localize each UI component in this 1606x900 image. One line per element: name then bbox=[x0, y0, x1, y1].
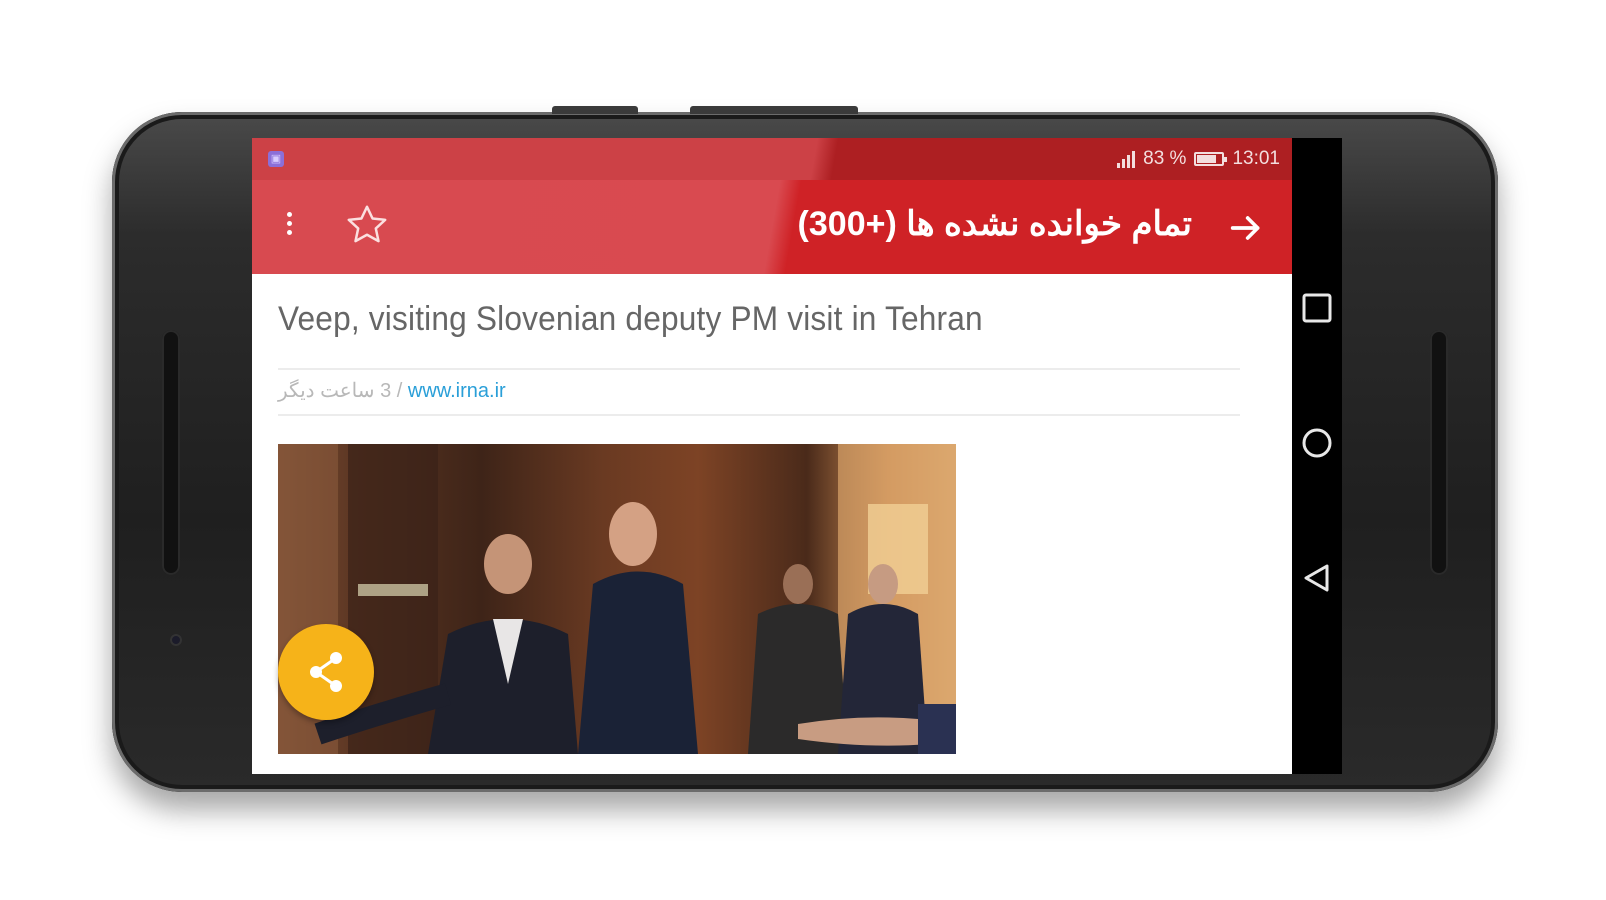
phone-side-button bbox=[552, 106, 638, 114]
share-button[interactable] bbox=[278, 624, 374, 720]
system-nav-bar bbox=[1292, 138, 1342, 774]
left-speaker bbox=[162, 330, 180, 575]
toolbar-title: تمام خوانده نشده ها (+300) bbox=[797, 205, 1192, 243]
app-window: ▣ 83 % 13:01 تمام خوانده نشده ها (+300) … bbox=[252, 138, 1292, 774]
article-content: Veep, visiting Slovenian deputy PM visit… bbox=[252, 274, 1292, 774]
meta-separator: / bbox=[391, 380, 408, 402]
battery-percent: 83 % bbox=[1143, 148, 1187, 169]
phone-frame: ▣ 83 % 13:01 تمام خوانده نشده ها (+300) … bbox=[112, 106, 1498, 792]
article-photo bbox=[278, 444, 956, 754]
signal-icon bbox=[1117, 150, 1136, 168]
article-meta: 3 ساعت دیگر / www.irna.ir bbox=[278, 378, 506, 403]
battery-icon bbox=[1194, 152, 1228, 166]
app-toolbar: تمام خوانده نشده ها (+300) bbox=[252, 180, 1292, 274]
meta-divider bbox=[278, 414, 1240, 416]
star-outline-icon[interactable] bbox=[344, 202, 390, 248]
square-icon[interactable] bbox=[1302, 293, 1332, 323]
right-speaker bbox=[1430, 330, 1448, 575]
circle-icon[interactable] bbox=[1302, 428, 1332, 458]
phone-volume-button bbox=[690, 106, 858, 114]
photo-illustration bbox=[278, 444, 956, 754]
triangle-back-icon[interactable] bbox=[1302, 563, 1332, 593]
status-bar: ▣ 83 % 13:01 bbox=[252, 138, 1292, 180]
title-divider bbox=[278, 368, 1240, 370]
more-vert-icon[interactable] bbox=[284, 212, 294, 242]
source-link[interactable]: www.irna.ir bbox=[408, 380, 506, 402]
arrow-right-icon[interactable] bbox=[1226, 208, 1266, 248]
article-time: 3 ساعت دیگر bbox=[278, 380, 392, 402]
share-icon bbox=[310, 652, 342, 692]
front-camera bbox=[170, 634, 182, 646]
article-title: Veep, visiting Slovenian deputy PM visit… bbox=[278, 300, 983, 338]
battery-level-fill bbox=[1197, 155, 1216, 163]
clock: 13:01 bbox=[1232, 148, 1280, 169]
status-right-group: 83 % 13:01 bbox=[1117, 148, 1280, 170]
phone-screen: ▣ 83 % 13:01 تمام خوانده نشده ها (+300) … bbox=[252, 138, 1342, 774]
app-notification-icon: ▣ bbox=[268, 151, 284, 167]
